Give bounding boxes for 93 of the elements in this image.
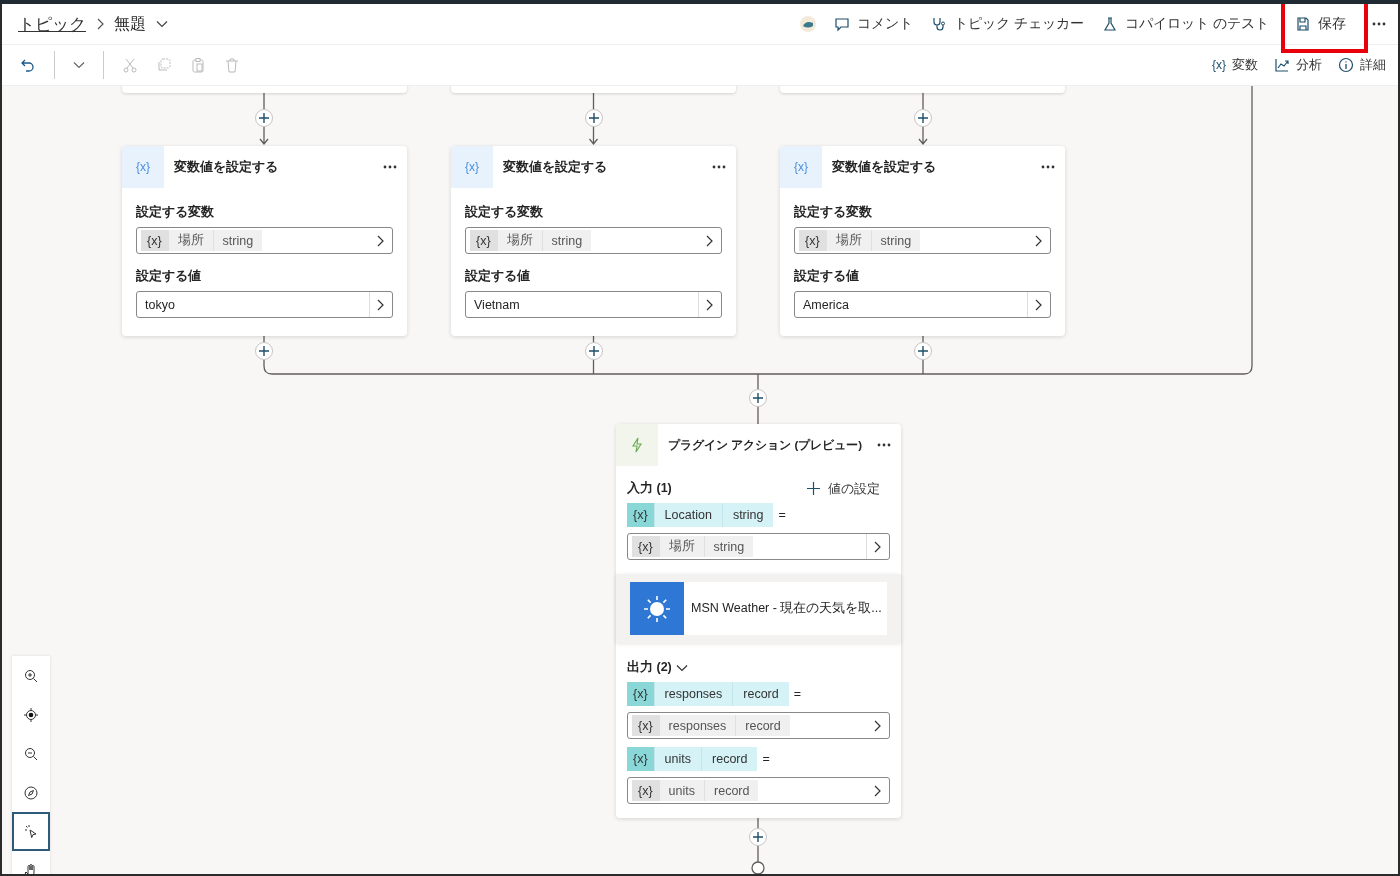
- more-icon[interactable]: [383, 165, 397, 169]
- chevron-down-icon[interactable]: [156, 20, 168, 28]
- chevron-right-icon: [1034, 234, 1042, 247]
- more-icon[interactable]: [712, 165, 726, 169]
- details-button[interactable]: 詳細: [1338, 54, 1386, 76]
- topic-title: 無題: [114, 13, 146, 34]
- test-button[interactable]: コパイロット のテスト: [1102, 13, 1269, 35]
- variables-button[interactable]: {x} 変数: [1212, 54, 1258, 76]
- plus-icon: [259, 346, 269, 356]
- field-label: 設定する値: [465, 268, 531, 285]
- sun-icon: [642, 593, 672, 624]
- pointer-icon: [24, 824, 38, 839]
- plus-icon: [807, 482, 820, 495]
- variable-field[interactable]: {x} responses record: [627, 712, 890, 739]
- zoom-in-icon: [24, 668, 38, 683]
- field-label: 設定する値: [794, 268, 860, 285]
- plus-icon: [918, 346, 928, 356]
- stethoscope-icon: [931, 16, 948, 32]
- variable-field[interactable]: {x} 場所 string: [136, 227, 393, 254]
- equals-sign: =: [793, 687, 802, 701]
- add-node-button[interactable]: [749, 389, 767, 407]
- more-icon[interactable]: [1372, 22, 1386, 26]
- compass-icon: [24, 785, 38, 800]
- analytics-button[interactable]: 分析: [1274, 54, 1322, 76]
- lightning-icon: [631, 437, 643, 453]
- chevron-right-icon: [376, 298, 384, 311]
- field-label: 設定する値: [136, 268, 202, 285]
- chevron-down-icon[interactable]: [675, 663, 688, 672]
- plus-icon: [918, 113, 928, 123]
- hand-icon: [24, 863, 38, 874]
- chevron-right-icon: [873, 719, 881, 732]
- node-title: 変数値を設定する: [174, 158, 278, 176]
- variable-field[interactable]: {x} 場所 string: [627, 533, 890, 560]
- field-label: 設定する変数: [136, 204, 215, 221]
- section-label: 出力 (2): [627, 659, 672, 676]
- select-button[interactable]: [12, 812, 50, 851]
- chevron-right-icon: [705, 298, 713, 311]
- add-node-button[interactable]: [914, 109, 932, 127]
- parameter-token: {x} Location string: [627, 503, 774, 527]
- value-field[interactable]: Vietnam: [465, 291, 722, 318]
- variable-field[interactable]: {x} 場所 string: [465, 227, 722, 254]
- variable-icon: {x}: [136, 160, 150, 174]
- chevron-right-icon: [376, 234, 384, 247]
- connector-card[interactable]: MSN Weather - 現在の天気を取...: [630, 582, 887, 635]
- comment-button[interactable]: コメント: [834, 13, 914, 35]
- chevron-down-icon[interactable]: [73, 61, 85, 69]
- save-icon: [1295, 16, 1311, 32]
- chevron-right-icon: [1034, 298, 1042, 311]
- plus-icon: [753, 832, 763, 842]
- plus-icon: [588, 346, 599, 356]
- chevron-right-icon: [873, 784, 881, 797]
- info-icon: [1338, 57, 1354, 73]
- variable-field[interactable]: {x} 場所 string: [794, 227, 1051, 254]
- save-button[interactable]: 保存: [1295, 13, 1346, 35]
- variable-field[interactable]: {x} units record: [627, 777, 890, 804]
- chevron-right-icon: [705, 234, 713, 247]
- zoom-out-icon: [24, 746, 38, 761]
- topic-checker-button[interactable]: トピック チェッカー: [931, 13, 1085, 35]
- avatar-icon[interactable]: [800, 16, 817, 32]
- parameter-token: {x} units record: [627, 747, 758, 771]
- node-title: 変数値を設定する: [503, 158, 607, 176]
- add-node-button[interactable]: [749, 828, 767, 846]
- equals-sign: =: [778, 508, 786, 522]
- more-icon[interactable]: [877, 443, 891, 447]
- chart-icon: [1274, 57, 1290, 73]
- flask-icon: [1102, 16, 1119, 32]
- comment-icon: [834, 16, 851, 32]
- variable-icon: {x}: [465, 160, 479, 174]
- chevron-right-icon: [96, 18, 104, 30]
- more-icon[interactable]: [1041, 165, 1055, 169]
- plus-icon: [259, 113, 269, 123]
- target-icon: [24, 707, 38, 722]
- add-node-button[interactable]: [584, 109, 603, 127]
- add-node-button[interactable]: [255, 342, 273, 360]
- parameter-token: {x} responses record: [627, 682, 789, 706]
- add-node-button[interactable]: [914, 342, 932, 360]
- node-title: 変数値を設定する: [832, 158, 936, 176]
- field-label: 設定する変数: [465, 204, 544, 221]
- equals-sign: =: [762, 752, 770, 766]
- add-node-button[interactable]: [255, 109, 273, 127]
- value-field[interactable]: tokyo: [136, 291, 393, 318]
- undo-icon[interactable]: [20, 57, 36, 73]
- breadcrumb-link[interactable]: トピック: [18, 12, 86, 36]
- chevron-right-icon: [873, 540, 881, 553]
- plus-icon: [753, 393, 763, 403]
- set-value-button[interactable]: 値の設定: [807, 479, 890, 498]
- add-node-button[interactable]: [584, 342, 603, 360]
- field-label: 設定する変数: [794, 204, 873, 221]
- value-field[interactable]: America: [794, 291, 1051, 318]
- node-title: プラグイン アクション (プレビュー): [668, 437, 863, 453]
- section-label: 入力 (1): [627, 480, 672, 497]
- plus-icon: [588, 113, 599, 123]
- variable-icon: {x}: [794, 160, 808, 174]
